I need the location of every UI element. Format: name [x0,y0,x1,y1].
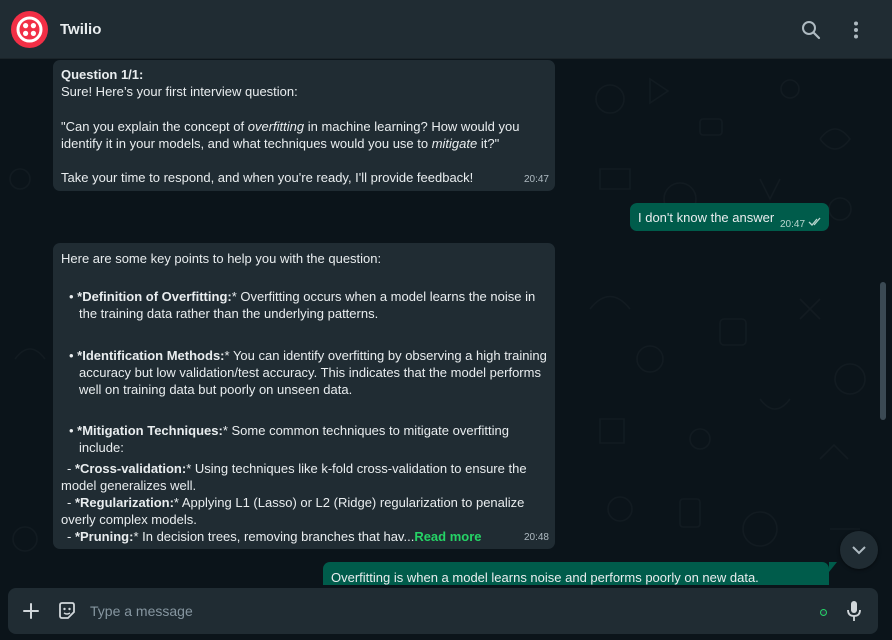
composer-bar [0,585,892,640]
double-check-icon [808,217,821,226]
message-timestamp: 20:48 [523,532,549,543]
message-input[interactable] [90,597,790,625]
text-span: identify it in your models, and what tec… [61,136,432,151]
bubble-tail [829,562,837,572]
text-span: * You can identify overfitting by observ… [224,348,547,363]
scrollbar[interactable] [880,282,886,420]
sub-item-heading: *Cross-validation: [74,461,187,476]
text-span: - [67,529,75,544]
message-text: I don't know the answer [638,210,775,225]
search-button[interactable] [799,18,823,42]
message-title: Question 1/1: [61,67,144,82]
text-span: * Overfitting occurs when a model learns… [231,289,536,304]
incoming-message-feedback[interactable]: Here are some key points to help you wit… [53,243,555,549]
plus-icon [23,603,39,619]
outgoing-message[interactable]: Overfitting is when a model learns noise… [323,562,829,585]
menu-button[interactable] [844,18,868,42]
message-line: the training data rather than the underl… [79,306,379,321]
outgoing-message[interactable]: I don't know the answer 20:47 [630,203,829,231]
text-span: * Some common techniques to mitigate ove… [222,423,509,438]
chat-header: Twilio [0,0,892,59]
bullet-dot: • [69,348,78,363]
text-span: * In decision trees, removing branches t… [133,529,415,544]
sticker-icon [59,602,75,619]
sub-item: - *Pruning:* In decision trees, removing… [67,528,482,545]
message-list[interactable]: Question 1/1: Sure! Here’s your first in… [0,59,892,585]
contact-name[interactable]: Twilio [60,21,101,38]
sub-item-heading: *Pruning: [74,529,134,544]
message-line: model generalizes well. [61,478,197,493]
text-span: * Applying L1 (Lasso) or L2 (Ridge) regu… [173,495,525,510]
text-span: in machine learning? How would you [304,119,520,134]
message-text: Overfitting is when a model learns noise… [331,570,759,585]
message-line: "Can you explain the concept of overfitt… [61,118,519,135]
read-more-link[interactable]: Read more [414,529,481,544]
message-timestamp: 20:47 [780,219,806,230]
sticker-button[interactable] [55,599,79,623]
more-vertical-icon [854,21,858,39]
sub-item: - *Cross-validation:* Using techniques l… [67,460,527,477]
composer [8,588,878,634]
twilio-logo-icon [16,16,43,43]
bullet-heading: *Mitigation Techniques: [77,423,223,438]
text-span: - [67,495,75,510]
bullet-dot: • [69,289,78,304]
status-indicator [820,609,827,616]
italic-term: overfitting [247,119,305,134]
message-line: Sure! Here’s your first interview questi… [61,84,298,99]
voice-message-button[interactable] [842,599,866,623]
message-line: Take your time to respond, and when you'… [61,170,474,185]
chevron-down-icon [852,546,866,555]
text-span: it?" [477,136,500,151]
avatar[interactable] [11,11,48,48]
scroll-to-bottom-button[interactable] [840,531,878,569]
attach-button[interactable] [19,599,43,623]
message-line: Here are some key points to help you wit… [61,251,382,266]
text-span: "Can you explain the concept of [61,119,248,134]
search-icon [802,21,821,40]
bullet-dot: • [69,423,78,438]
bullet-item: • *Definition of Overfitting:* Overfitti… [69,288,535,305]
whatsapp-chat-window: Twilio Question 1/1: Sure! Here’s your f… [0,0,892,640]
microphone-icon [847,601,861,621]
message-line: accuracy but low validation/test accurac… [79,365,541,380]
text-span: - [67,461,75,476]
sub-item-heading: *Regularization: [74,495,174,510]
italic-term: mitigate [431,136,478,151]
bullet-heading: *Definition of Overfitting: [77,289,232,304]
incoming-message-question[interactable]: Question 1/1: Sure! Here’s your first in… [53,60,555,191]
bullet-item: • *Identification Methods:* You can iden… [69,347,547,364]
message-line: overly complex models. [61,512,197,527]
message-line: include: [79,440,124,455]
message-line: well on training data but poorly on unse… [79,382,353,397]
text-span: * Using techniques like k-fold cross-val… [186,461,527,476]
bullet-item: • *Mitigation Techniques:* Some common t… [69,422,509,439]
message-timestamp: 20:47 [523,174,549,185]
message-line: identify it in your models, and what tec… [61,135,499,152]
bullet-heading: *Identification Methods: [77,348,225,363]
sub-item: - *Regularization:* Applying L1 (Lasso) … [67,494,524,511]
